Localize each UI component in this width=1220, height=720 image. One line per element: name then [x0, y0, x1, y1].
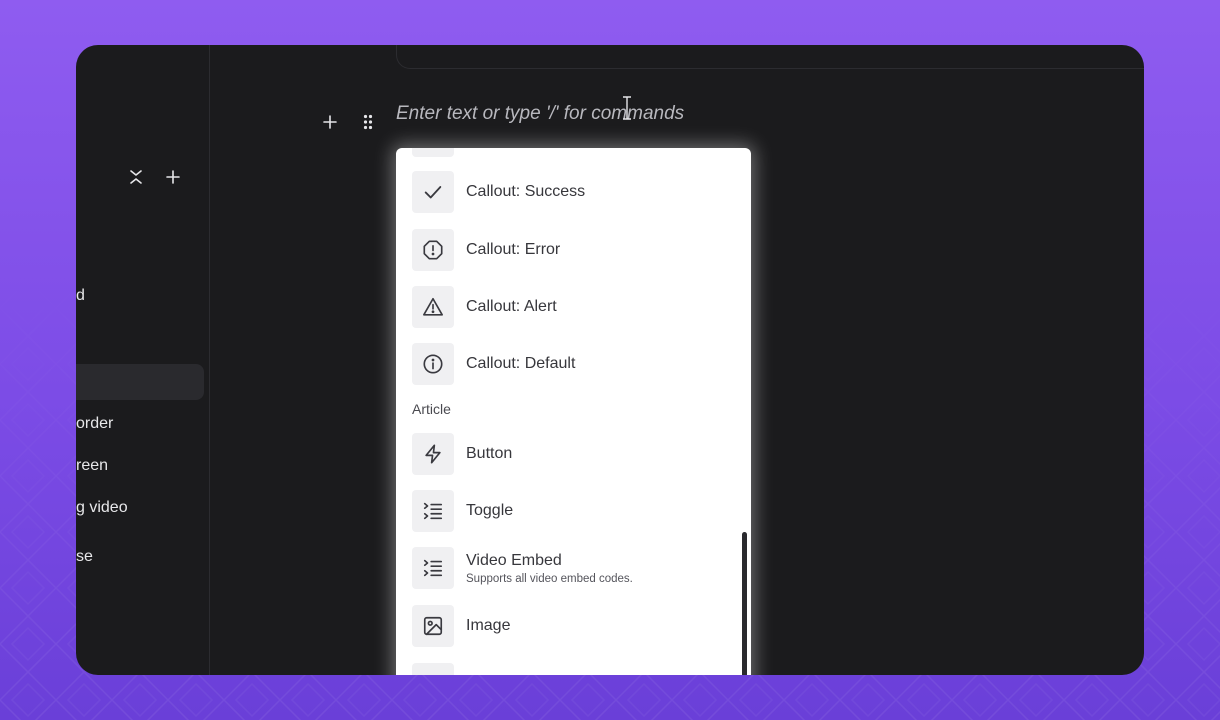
- menu-item-label: Toggle: [466, 502, 514, 519]
- list-toggle-icon: [412, 490, 454, 532]
- lightning-icon: [412, 433, 454, 475]
- sidebar-item[interactable]: order: [76, 406, 204, 442]
- previous-block: [396, 45, 1144, 69]
- sidebar-item[interactable]: se: [76, 539, 204, 575]
- blank-icon: [412, 663, 454, 675]
- menu-item-image[interactable]: Image: [412, 604, 732, 648]
- text-cursor-icon: [623, 96, 631, 120]
- sidebar-item-label: order: [76, 415, 114, 432]
- menu-item-description: Supports all video embed codes.: [466, 572, 633, 585]
- menu-item-callout-error[interactable]: Callout: Error: [412, 228, 732, 272]
- add-page-icon[interactable]: [162, 166, 184, 188]
- triangle-alert-icon: [412, 286, 454, 328]
- sidebar-item-label: d: [76, 287, 85, 304]
- menu-item-callout-alert[interactable]: Callout: Alert: [412, 285, 732, 329]
- menu-item-label: Image: [466, 617, 511, 634]
- menu-item-label: Callout: Alert: [466, 298, 557, 315]
- menu-item-callout-default[interactable]: Callout: Default: [412, 342, 732, 386]
- menu-item-partial[interactable]: [412, 148, 732, 158]
- check-icon: [412, 171, 454, 213]
- sidebar: d order reen g video se: [76, 45, 210, 675]
- drag-handle-icon[interactable]: [357, 111, 379, 133]
- menu-item-label: Callout: Error: [466, 241, 561, 258]
- collapse-icon[interactable]: [125, 166, 147, 188]
- menu-section-label: Article: [412, 401, 451, 417]
- menu-item-button[interactable]: Button: [412, 432, 732, 476]
- sidebar-item[interactable]: reen: [76, 448, 204, 484]
- app-window: d order reen g video se Enter text or ty…: [76, 45, 1144, 675]
- sidebar-item[interactable]: d: [76, 278, 204, 314]
- menu-item-label: Callout: Success: [466, 183, 586, 200]
- blank-icon: [412, 148, 454, 157]
- menu-item-toggle[interactable]: Toggle: [412, 489, 732, 533]
- menu-item-partial[interactable]: [412, 662, 732, 675]
- command-menu: Callout: Success Callout: Error Callout:…: [396, 148, 751, 675]
- sidebar-item-label: se: [76, 548, 93, 565]
- menu-item-label: Video Embed: [466, 551, 562, 569]
- info-icon: [412, 343, 454, 385]
- image-icon: [412, 605, 454, 647]
- octagon-alert-icon: [412, 229, 454, 271]
- editor-input[interactable]: Enter text or type '/' for commands: [396, 103, 684, 125]
- menu-scrollbar[interactable]: [742, 532, 747, 675]
- menu-item-video-embed[interactable]: Video Embed Supports all video embed cod…: [412, 546, 732, 590]
- sidebar-item[interactable]: g video: [76, 490, 204, 526]
- menu-item-callout-success[interactable]: Callout: Success: [412, 170, 732, 214]
- sidebar-item-active[interactable]: [76, 364, 204, 400]
- menu-item-label: Button: [466, 445, 513, 462]
- list-toggle-icon: [412, 547, 454, 589]
- sidebar-item-label: reen: [76, 457, 109, 474]
- menu-item-label: Callout: Default: [466, 355, 576, 372]
- sidebar-item-label: g video: [76, 499, 128, 516]
- add-block-icon[interactable]: [319, 111, 341, 133]
